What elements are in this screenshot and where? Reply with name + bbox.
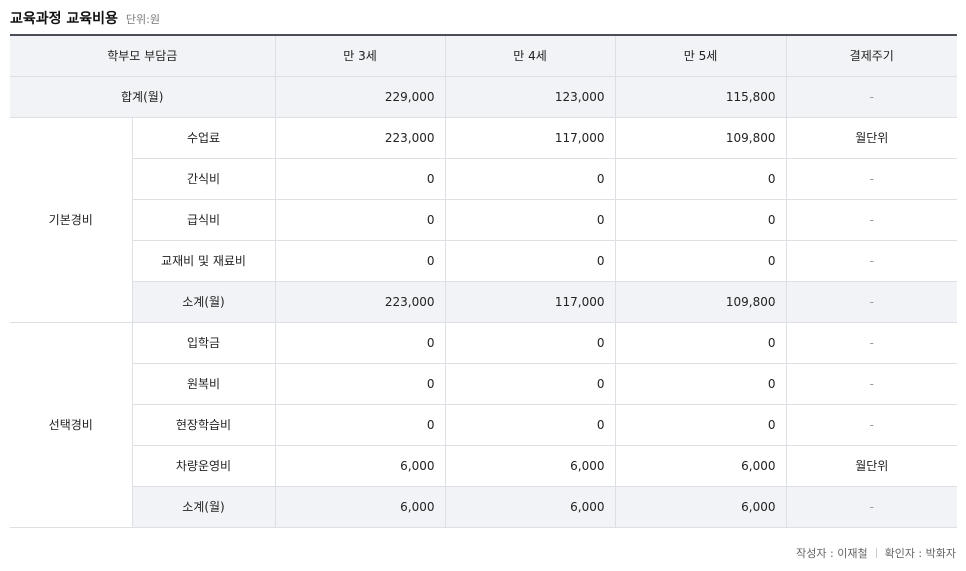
cell-age5: 0 — [615, 322, 787, 364]
table-row: 현장학습비 0 0 0 - — [10, 404, 957, 446]
row-label: 원복비 — [132, 363, 276, 405]
cell-cycle: - — [786, 281, 957, 323]
cell-age5: 6,000 — [615, 445, 787, 487]
header-row: 학부모 부담금 만 3세 만 4세 만 5세 결제주기 — [10, 34, 957, 77]
cell-age4: 117,000 — [445, 117, 616, 159]
cell-age3: 6,000 — [275, 445, 446, 487]
cell-age4: 0 — [445, 363, 616, 405]
cell-cycle: - — [786, 322, 957, 364]
total-label: 합계(월) — [10, 76, 276, 118]
table-row: 차량운영비 6,000 6,000 6,000 월단위 — [10, 445, 957, 487]
cell-cycle: - — [786, 486, 957, 528]
table-row: 기본경비 수업료 223,000 117,000 109,800 월단위 — [10, 117, 957, 323]
row-label: 현장학습비 — [132, 404, 276, 446]
cell-age3: 0 — [275, 322, 446, 364]
row-label: 수업료 — [132, 117, 276, 159]
cell-cycle: - — [786, 199, 957, 241]
cell-age5: 0 — [615, 240, 787, 282]
group-label-basic: 기본경비 — [10, 117, 133, 323]
header-age3: 만 3세 — [275, 34, 446, 77]
cell-cycle: 월단위 — [786, 445, 957, 487]
cell-cycle: - — [786, 158, 957, 200]
cell-age3: 0 — [275, 199, 446, 241]
page: 교육과정 교육비용 단위:원 학부모 부담금 만 3세 만 4세 만 5세 결제… — [0, 0, 966, 571]
row-label: 차량운영비 — [132, 445, 276, 487]
cell-age4: 0 — [445, 240, 616, 282]
row-label: 교재비 및 재료비 — [132, 240, 276, 282]
header-age4: 만 4세 — [445, 34, 616, 77]
cell-age5: 0 — [615, 158, 787, 200]
cell-cycle: 월단위 — [786, 117, 957, 159]
total-age5: 115,800 — [615, 76, 787, 118]
row-label: 간식비 — [132, 158, 276, 200]
cell-age5: 6,000 — [615, 486, 787, 528]
reviewer-label: 확인자 : 박화자 — [884, 547, 956, 560]
table-row: 원복비 0 0 0 - — [10, 363, 957, 405]
cell-age5: 109,800 — [615, 281, 787, 323]
cell-cycle: - — [786, 404, 957, 446]
cell-age3: 0 — [275, 158, 446, 200]
cell-age3: 0 — [275, 240, 446, 282]
group-label-optional: 선택경비 — [10, 322, 133, 528]
unit-label: 단위:원 — [125, 13, 160, 26]
cell-age5: 0 — [615, 404, 787, 446]
subtotal-row-basic: 소계(월) 223,000 117,000 109,800 - — [10, 281, 957, 323]
total-row: 합계(월) 229,000 123,000 115,800 - — [10, 76, 957, 118]
cell-age4: 0 — [445, 158, 616, 200]
total-cycle: - — [786, 76, 957, 118]
row-label: 입학금 — [132, 322, 276, 364]
subtotal-row-optional: 소계(월) 6,000 6,000 6,000 - — [10, 486, 957, 528]
education-cost-table: 학부모 부담금 만 3세 만 4세 만 5세 결제주기 합계(월) 229,00… — [10, 34, 957, 528]
cell-age3: 6,000 — [275, 486, 446, 528]
footer-divider — [875, 548, 877, 558]
cell-age3: 0 — [275, 404, 446, 446]
cell-age3: 0 — [275, 363, 446, 405]
cell-age5: 0 — [615, 363, 787, 405]
total-age3: 229,000 — [275, 76, 446, 118]
page-title: 교육과정 교육비용 — [10, 11, 118, 27]
cell-age5: 0 — [615, 199, 787, 241]
header-cycle: 결제주기 — [786, 34, 957, 77]
author-label: 작성자 : 이재철 — [796, 547, 868, 560]
subtotal-label: 소계(월) — [132, 281, 276, 323]
cell-cycle: - — [786, 240, 957, 282]
subtotal-label: 소계(월) — [132, 486, 276, 528]
cell-cycle: - — [786, 363, 957, 405]
cell-age4: 6,000 — [445, 486, 616, 528]
cell-age3: 223,000 — [275, 117, 446, 159]
cell-age4: 0 — [445, 404, 616, 446]
authorship-footer: 작성자 : 이재철 확인자 : 박화자 — [796, 545, 956, 561]
row-label: 급식비 — [132, 199, 276, 241]
cell-age3: 223,000 — [275, 281, 446, 323]
total-age4: 123,000 — [445, 76, 616, 118]
cell-age4: 117,000 — [445, 281, 616, 323]
table-row: 간식비 0 0 0 - — [10, 158, 957, 200]
header-age5: 만 5세 — [615, 34, 787, 77]
table-row: 급식비 0 0 0 - — [10, 199, 957, 241]
cell-age4: 6,000 — [445, 445, 616, 487]
table-row: 선택경비 입학금 0 0 0 - — [10, 322, 957, 528]
header-payer: 학부모 부담금 — [10, 34, 276, 77]
table-row: 교재비 및 재료비 0 0 0 - — [10, 240, 957, 282]
cell-age4: 0 — [445, 322, 616, 364]
cell-age4: 0 — [445, 199, 616, 241]
cell-age5: 109,800 — [615, 117, 787, 159]
section-heading: 교육과정 교육비용 단위:원 — [10, 8, 160, 28]
